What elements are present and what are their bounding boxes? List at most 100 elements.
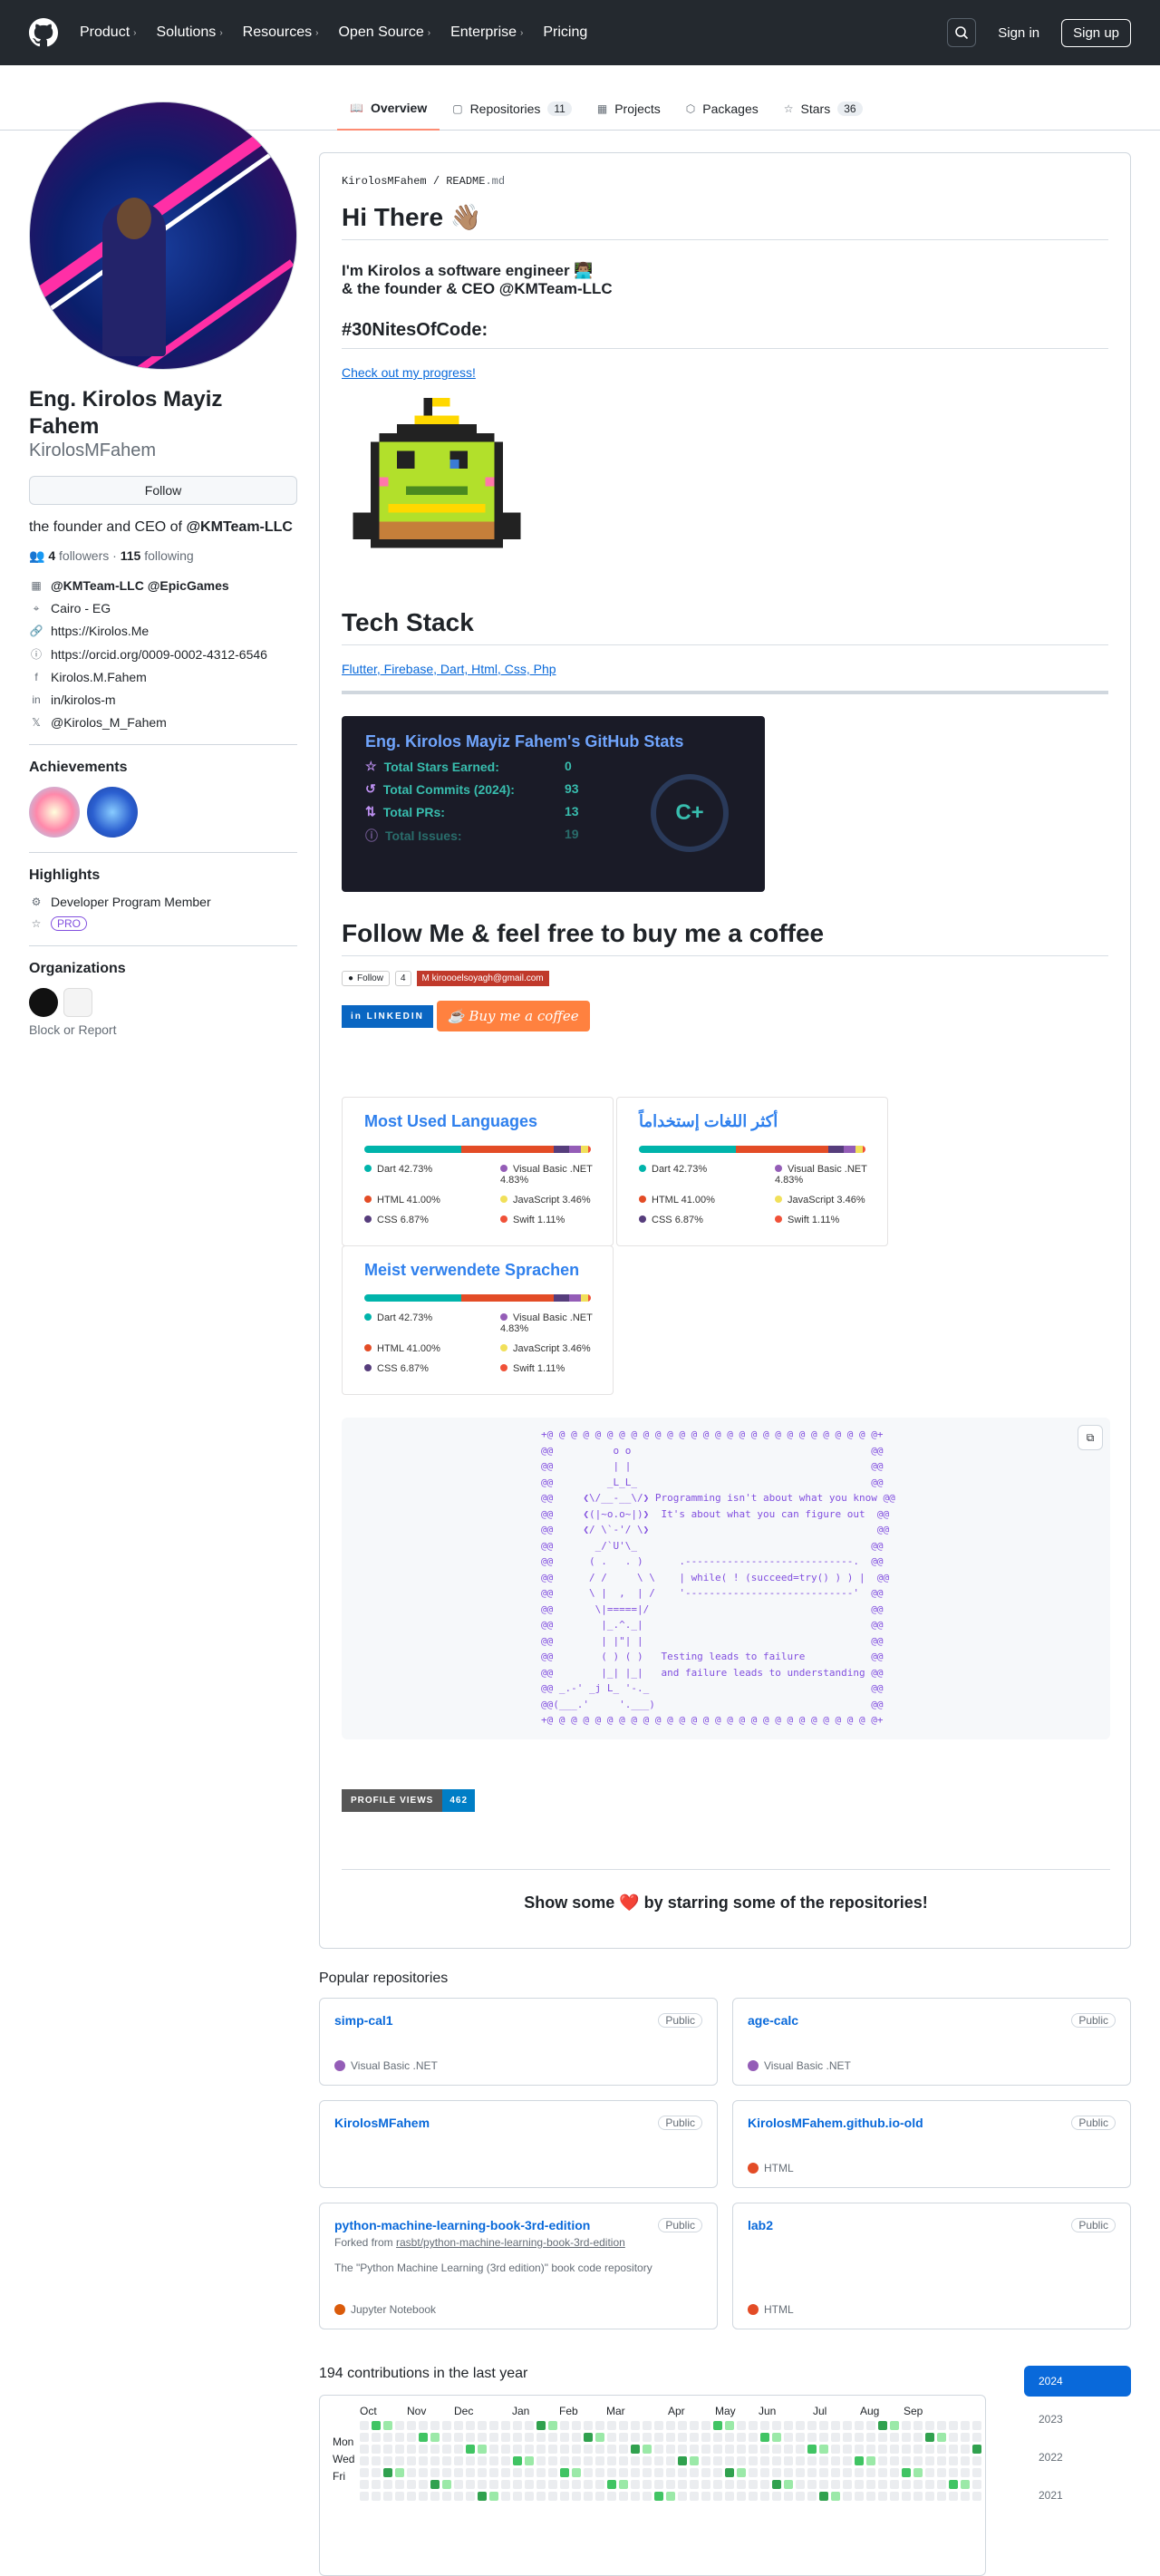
contribution-cell[interactable]	[902, 2492, 911, 2501]
contribution-cell[interactable]	[395, 2456, 404, 2465]
contribution-cell[interactable]	[419, 2421, 428, 2430]
contribution-cell[interactable]	[725, 2480, 734, 2489]
contribution-cell[interactable]	[454, 2433, 463, 2442]
contribution-cell[interactable]	[536, 2468, 546, 2477]
search-button[interactable]	[947, 18, 977, 47]
contribution-cell[interactable]	[725, 2456, 734, 2465]
contribution-cell[interactable]	[831, 2456, 840, 2465]
contribution-cell[interactable]	[972, 2445, 981, 2454]
contribution-cell[interactable]	[749, 2433, 758, 2442]
contribution-cell[interactable]	[925, 2445, 934, 2454]
org-avatar[interactable]	[29, 988, 58, 1017]
contribution-cell[interactable]	[395, 2421, 404, 2430]
contribution-cell[interactable]	[419, 2492, 428, 2501]
contribution-cell[interactable]	[595, 2433, 604, 2442]
contribution-cell[interactable]	[430, 2468, 440, 2477]
contribution-cell[interactable]	[654, 2480, 663, 2489]
block-report-link[interactable]: Block or Report	[29, 1022, 297, 1037]
contribution-cell[interactable]	[961, 2433, 970, 2442]
contribution-cell[interactable]	[772, 2480, 781, 2489]
contribution-cell[interactable]	[419, 2480, 428, 2489]
contribution-cell[interactable]	[466, 2421, 475, 2430]
contribution-cell[interactable]	[466, 2468, 475, 2477]
contribution-cell[interactable]	[372, 2445, 381, 2454]
contribution-cell[interactable]	[430, 2433, 440, 2442]
contribution-cell[interactable]	[666, 2468, 675, 2477]
repo-name-link[interactable]: KirolosMFahem.github.io-old	[748, 2116, 1116, 2130]
contribution-cell[interactable]	[466, 2492, 475, 2501]
contribution-cell[interactable]	[831, 2468, 840, 2477]
detail-text[interactable]: Cairo - EG	[51, 601, 111, 615]
contribution-cell[interactable]	[536, 2421, 546, 2430]
contribution-cell[interactable]	[890, 2421, 899, 2430]
contribution-cell[interactable]	[819, 2445, 828, 2454]
contribution-cell[interactable]	[525, 2492, 534, 2501]
linkedin-badge[interactable]: in LINKEDIN	[342, 1004, 433, 1028]
contribution-cell[interactable]	[855, 2433, 864, 2442]
tab-stars[interactable]: ☆ Stars 36	[771, 87, 875, 131]
contribution-cell[interactable]	[360, 2492, 369, 2501]
tab-overview[interactable]: 📖 Overview	[337, 87, 440, 131]
contribution-cell[interactable]	[395, 2468, 404, 2477]
contribution-cell[interactable]	[466, 2445, 475, 2454]
contribution-cell[interactable]	[643, 2445, 652, 2454]
contribution-cell[interactable]	[513, 2468, 522, 2477]
contribution-cell[interactable]	[478, 2468, 487, 2477]
contribution-cell[interactable]	[407, 2421, 416, 2430]
contribution-cell[interactable]	[796, 2480, 805, 2489]
contribution-cell[interactable]	[407, 2492, 416, 2501]
contribution-cell[interactable]	[407, 2445, 416, 2454]
detail-text[interactable]: @Kirolos_M_Fahem	[51, 715, 167, 730]
contribution-cell[interactable]	[713, 2468, 722, 2477]
contribution-cell[interactable]	[678, 2421, 687, 2430]
contribution-cell[interactable]	[489, 2480, 498, 2489]
contribution-cell[interactable]	[548, 2492, 557, 2501]
contribution-cell[interactable]	[607, 2433, 616, 2442]
contribution-cell[interactable]	[560, 2468, 569, 2477]
contribution-cell[interactable]	[784, 2421, 793, 2430]
follow-button[interactable]: Follow	[29, 476, 297, 505]
nav-item[interactable]: Solutions ›	[156, 24, 222, 41]
contribution-cell[interactable]	[419, 2433, 428, 2442]
contribution-cell[interactable]	[972, 2480, 981, 2489]
nav-item[interactable]: Open Source ›	[338, 24, 430, 41]
contribution-cell[interactable]	[666, 2445, 675, 2454]
contribution-cell[interactable]	[666, 2492, 675, 2501]
contribution-cell[interactable]	[595, 2421, 604, 2430]
contribution-cell[interactable]	[737, 2492, 746, 2501]
contribution-cell[interactable]	[855, 2445, 864, 2454]
contribution-cell[interactable]	[855, 2480, 864, 2489]
contribution-cell[interactable]	[548, 2421, 557, 2430]
languages-card[interactable]: أكثر اللغات إستخداماً Dart 42.73% Visual B…	[616, 1097, 888, 1246]
contribution-cell[interactable]	[466, 2433, 475, 2442]
contribution-cell[interactable]	[454, 2445, 463, 2454]
contribution-cell[interactable]	[572, 2433, 581, 2442]
contribution-cell[interactable]	[572, 2445, 581, 2454]
tab-repositories[interactable]: ▢ Repositories 11	[440, 87, 585, 131]
contribution-cell[interactable]	[584, 2456, 593, 2465]
contribution-cell[interactable]	[572, 2492, 581, 2501]
contribution-cell[interactable]	[595, 2445, 604, 2454]
contribution-cell[interactable]	[395, 2445, 404, 2454]
contribution-cell[interactable]	[407, 2468, 416, 2477]
languages-card[interactable]: Most Used Languages Dart 42.73% Visual Bas…	[342, 1097, 614, 1246]
contribution-cell[interactable]	[972, 2421, 981, 2430]
contribution-cell[interactable]	[548, 2480, 557, 2489]
contribution-cell[interactable]	[878, 2421, 887, 2430]
repo-name-link[interactable]: python-machine-learning-book-3rd-edition	[334, 2218, 702, 2232]
contribution-cell[interactable]	[395, 2433, 404, 2442]
detail-text[interactable]: in/kirolos-m	[51, 692, 116, 707]
contribution-cell[interactable]	[914, 2421, 923, 2430]
contribution-cell[interactable]	[760, 2492, 769, 2501]
github-stats-card[interactable]: Eng. Kirolos Mayiz Fahem's GitHub Stats …	[342, 716, 765, 892]
contribution-cell[interactable]	[914, 2468, 923, 2477]
contribution-cell[interactable]	[819, 2433, 828, 2442]
contribution-cell[interactable]	[737, 2480, 746, 2489]
contribution-cell[interactable]	[961, 2445, 970, 2454]
contribution-cell[interactable]	[419, 2445, 428, 2454]
sign-up-button[interactable]: Sign up	[1061, 18, 1131, 47]
contribution-cell[interactable]	[654, 2492, 663, 2501]
contribution-cell[interactable]	[489, 2421, 498, 2430]
detail-text[interactable]: https://Kirolos.Me	[51, 624, 149, 638]
contribution-cell[interactable]	[513, 2433, 522, 2442]
